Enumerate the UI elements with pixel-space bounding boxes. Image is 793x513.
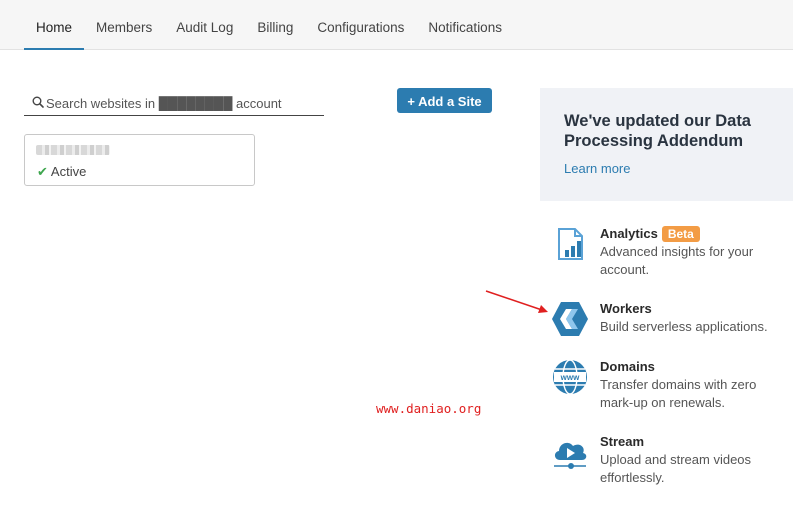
workers-icon (552, 302, 588, 336)
site-search (24, 90, 324, 116)
tab-notifications[interactable]: Notifications (416, 0, 514, 50)
tab-home[interactable]: Home (24, 0, 85, 50)
site-name-redacted (36, 145, 110, 155)
site-status: ✔ Active (37, 164, 86, 180)
tab-billing[interactable]: Billing (245, 0, 305, 50)
tab-audit-log[interactable]: Audit Log (164, 0, 245, 50)
product-analytics-title: Analytics (600, 226, 658, 241)
product-analytics-desc: Advanced insights for your account. (600, 244, 754, 277)
add-site-button[interactable]: + Add a Site (397, 88, 492, 113)
nav-tabs: Home Members Audit Log Billing Configura… (24, 0, 514, 50)
product-workers-name: Workers (600, 301, 652, 316)
analytics-icon (558, 228, 583, 260)
site-status-label: Active (50, 164, 87, 179)
product-domains-desc: Transfer domains with zero mark-up on re… (600, 377, 757, 410)
announcement-banner: We've updated our Data Processing Addend… (540, 88, 793, 201)
product-stream-text: Stream Upload and stream videos effortle… (600, 433, 790, 487)
tab-members[interactable]: Members (84, 0, 164, 50)
search-input[interactable] (46, 92, 322, 114)
site-card[interactable]: ✔ Active (24, 134, 255, 186)
product-analytics-name: Analytics Beta (600, 225, 790, 243)
top-navigation-bar: Home Members Audit Log Billing Configura… (0, 0, 793, 50)
stream-cloud-icon (554, 442, 587, 469)
product-analytics-text: Analytics Beta Advanced insights for your… (600, 225, 790, 279)
checkmark-icon: ✔ (37, 164, 48, 179)
product-workers-text: Workers Build serverless applications. (600, 300, 790, 336)
svg-text:www: www (560, 373, 580, 382)
annotation-arrow-icon (485, 290, 548, 313)
product-domains-name: Domains (600, 359, 655, 374)
product-domains-text: Domains Transfer domains with zero mark-… (600, 358, 790, 412)
domains-www-icon: www (553, 359, 587, 395)
banner-title: We've updated our Data Processing Addend… (564, 112, 751, 150)
beta-badge: Beta (661, 226, 700, 242)
product-stream-name: Stream (600, 434, 645, 449)
product-stream-desc: Upload and stream videos effortlessly. (600, 452, 752, 485)
product-workers-desc: Build serverless applications. (600, 319, 768, 334)
tab-configurations[interactable]: Configurations (305, 0, 416, 50)
search-icon (32, 96, 44, 108)
learn-more-link[interactable]: Learn more (564, 161, 630, 176)
watermark-text: www.daniao.org (376, 401, 482, 416)
